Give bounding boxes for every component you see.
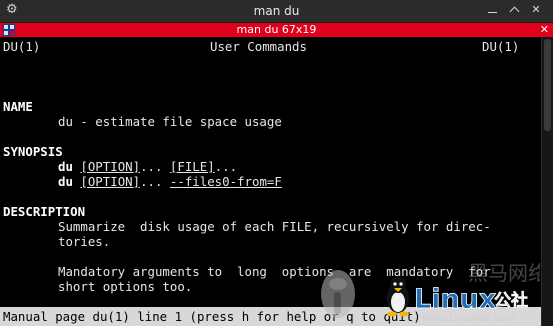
synopsis-file-arg: [FILE] (169, 159, 215, 174)
man-header-left: DU(1) (3, 39, 41, 54)
synopsis-line: du [OPTION]... --files0-from=F (58, 174, 282, 189)
terminal-tab-bar: man du 67x19 ✕ (0, 23, 553, 37)
man-header-right: DU(1) (482, 39, 520, 54)
description-line: short options too. (58, 279, 193, 294)
terminal-view[interactable]: DU(1) User Commands DU(1) NAME du - esti… (0, 37, 541, 308)
window-titlebar: ⚙ man du ✕ (0, 0, 553, 23)
man-header-center: User Commands (210, 39, 307, 54)
terminal-scrollbar[interactable] (541, 37, 553, 326)
synopsis-separator: ... (214, 159, 238, 174)
tab-close-icon[interactable]: ✕ (540, 23, 549, 37)
synopsis-command: du (58, 174, 73, 189)
section-description-heading: DESCRIPTION (3, 204, 86, 219)
pager-status-line: Manual page du(1) line 1 (press h for he… (0, 307, 541, 326)
section-synopsis-heading: SYNOPSIS (3, 144, 63, 159)
tab-label[interactable]: man du 67x19 (0, 23, 553, 37)
close-icon[interactable]: ✕ (529, 3, 543, 17)
synopsis-line: du [OPTION]... [FILE]... (58, 159, 237, 174)
synopsis-files0-arg: --files0-from=F (169, 174, 282, 189)
synopsis-option-arg: [OPTION] (80, 159, 141, 174)
synopsis-separator: ... (140, 174, 170, 189)
window-title: man du (253, 4, 300, 18)
pager-status-text: Manual page du(1) line 1 (press h for he… (3, 309, 421, 324)
description-line: Summarize disk usage of each FILE, recur… (58, 219, 491, 234)
synopsis-separator: ... (140, 159, 170, 174)
scrollbar-thumb[interactable] (544, 39, 551, 131)
minimize-icon[interactable] (485, 3, 499, 17)
synopsis-command: du (58, 159, 73, 174)
synopsis-option-arg: [OPTION] (80, 174, 141, 189)
section-name-text: du - estimate file space usage (58, 114, 282, 129)
description-line: tories. (58, 234, 111, 249)
section-name-heading: NAME (3, 99, 33, 114)
description-line: Mandatory arguments to long options are … (58, 264, 491, 279)
maximize-icon[interactable] (507, 3, 521, 17)
